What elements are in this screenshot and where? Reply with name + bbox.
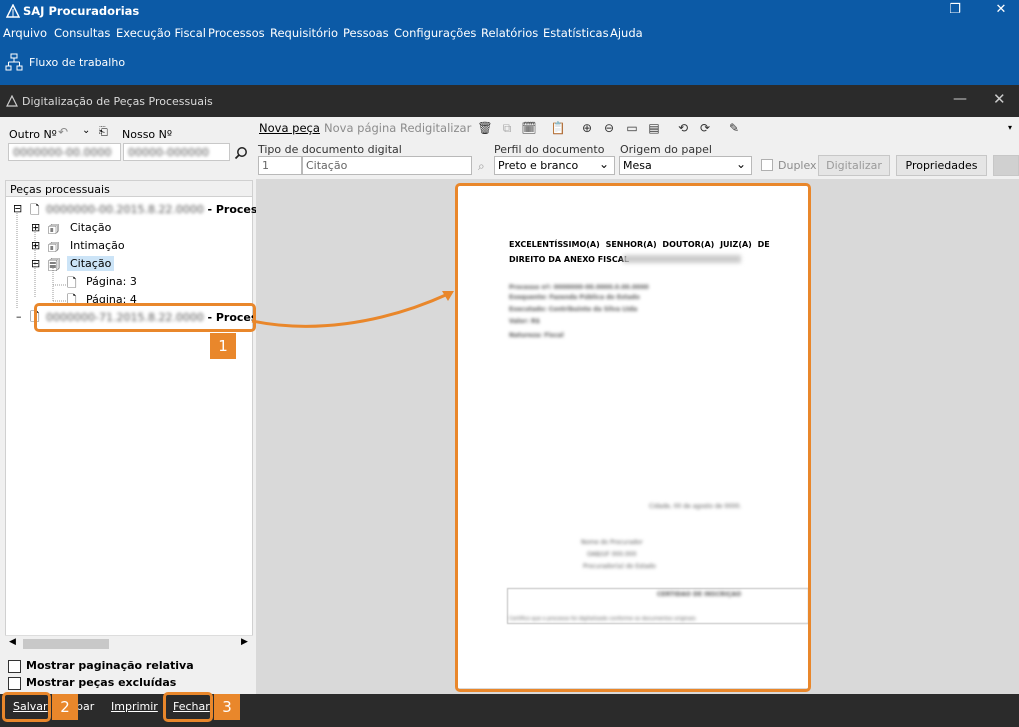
origem-label: Origem do papel (620, 143, 712, 156)
overflow-chevron-icon[interactable]: ▾ (1008, 123, 1012, 132)
tree-expander-citacao-2[interactable]: ⊟ (31, 257, 40, 270)
digitalizar-button[interactable]: Digitalizar (818, 155, 890, 176)
nova-pagina-button[interactable]: Nova página (324, 121, 396, 135)
dialog-close-icon[interactable]: ✕ (993, 90, 1006, 108)
edit-icon[interactable]: ✎ (725, 119, 743, 137)
chk-excluidas-box[interactable] (8, 676, 21, 690)
tree-node-intimacao[interactable]: Intimação (70, 239, 125, 252)
tree-header: Peças processuais (5, 180, 253, 197)
document-icon: 🗋 (30, 203, 40, 217)
saj-logo-icon (6, 4, 20, 18)
workflow-toolbar: Fluxo de trabalho (0, 44, 1019, 85)
search-icon[interactable] (234, 146, 248, 160)
outro-label: Outro Nº (9, 128, 57, 141)
callout-salvar-highlight (2, 692, 51, 722)
chk-excluidas-label: Mostrar peças excluídas (26, 676, 177, 689)
app-title: SAJ Procuradorias (23, 4, 140, 18)
imprimir-button[interactable]: Imprimir (111, 700, 158, 713)
redigitalizar-button[interactable]: Redigitalizar (400, 121, 471, 135)
menu-configuracoes[interactable]: Configurações (394, 26, 476, 40)
nosso-input[interactable]: 00000-000000 (123, 143, 230, 161)
tree-node-citacao-selected[interactable]: Citação (67, 256, 115, 271)
callout-arrow (251, 291, 454, 328)
chk-paginacao-label: Mostrar paginação relativa (26, 659, 194, 672)
minimize-icon[interactable]: — (953, 91, 967, 107)
tree-expander-process1[interactable]: ⊟ (13, 202, 22, 215)
undo-icon[interactable]: ↶ (58, 125, 68, 139)
perfil-label: Perfil do documento (494, 143, 605, 156)
nova-peca-button[interactable]: Nova peça (259, 121, 320, 135)
tree-node-pagina3[interactable]: Página: 3 (86, 275, 137, 288)
restore-icon[interactable]: ❐ (932, 0, 978, 22)
tipo-code-input[interactable]: 1 (258, 156, 302, 175)
bottom-action-bar: Salvar par Imprimir Fechar (0, 694, 1019, 727)
tipo-value-input[interactable]: Citação (302, 156, 472, 175)
perfil-select[interactable]: Preto e branco (494, 156, 615, 175)
callout-badge-3: 3 (214, 694, 240, 720)
zoom-in-icon[interactable]: ⊕ (578, 119, 596, 137)
tree-node-process1[interactable]: 0000000-00.2015.8.22.0000 - Processo C (46, 203, 283, 216)
close-icon[interactable]: ✕ (978, 0, 1019, 22)
tree-expander-intimacao[interactable]: ⊞ (31, 239, 40, 252)
callout-badge-2: 2 (52, 694, 78, 720)
menu-consultas[interactable]: Consultas (54, 26, 110, 40)
calendar-icon[interactable]: 🗓 (520, 119, 538, 137)
tree-hscrollbar[interactable]: ◀ ▶ (5, 635, 253, 651)
app-title-bar: SAJ Procuradorias ❐ ✕ (0, 0, 1019, 22)
menu-ajuda[interactable]: Ajuda (610, 26, 643, 40)
callout-badge-1: 1 (210, 333, 236, 359)
nosso-label: Nosso Nº (122, 128, 173, 141)
paste-icon[interactable]: 📋 (549, 119, 567, 137)
callout-process-highlight (34, 303, 256, 332)
more-button[interactable] (993, 155, 1019, 176)
chk-excluidas-row[interactable]: Mostrar peças excluídas (8, 676, 176, 690)
scroll-right-icon[interactable]: ▶ (241, 637, 248, 647)
tree-expander-citacao[interactable]: ⊞ (31, 221, 40, 234)
tree-connector: – (16, 310, 22, 323)
tipo-search-icon[interactable]: ⌕ (478, 159, 485, 174)
tipo-label: Tipo de documento digital (258, 143, 402, 156)
fit-page-icon[interactable]: ▤ (645, 119, 663, 137)
rotate-left-icon[interactable]: ⟲ (674, 119, 692, 137)
copy-disabled-icon[interactable]: ⧉ (498, 119, 516, 137)
duplex-label: Duplex (778, 159, 817, 172)
fit-width-icon[interactable]: ▭ (623, 119, 641, 137)
dialog-title-bar: Digitalização de Peças Processuais — ✕ (0, 85, 1019, 117)
menubar: Arquivo Consultas Execução Fiscal Proces… (0, 22, 1019, 44)
chevron-down-icon[interactable]: ⌄ (599, 157, 609, 171)
workflow-label[interactable]: Fluxo de trabalho (29, 56, 125, 69)
propriedades-button[interactable]: Propriedades (896, 155, 987, 176)
menu-estatisticas[interactable]: Estatísticas (543, 26, 609, 40)
menu-relatorios[interactable]: Relatórios (481, 26, 538, 40)
chk-paginacao-box[interactable] (8, 659, 21, 673)
pecas-tree[interactable]: ⊟ 🗋 0000000-00.2015.8.22.0000 - Processo… (5, 196, 283, 648)
menu-arquivo[interactable]: Arquivo (3, 26, 47, 40)
zoom-out-icon[interactable]: ⊖ (600, 119, 618, 137)
outro-input[interactable]: 0000000-00.0000 (8, 143, 121, 161)
callout-fechar-highlight (163, 692, 213, 722)
bookmark-icon[interactable]: ⎗ (99, 125, 108, 139)
chevron-down-icon[interactable]: ⌄ (82, 125, 90, 136)
pages-icon: 🗐 (48, 258, 60, 272)
duplex-checkbox[interactable] (761, 159, 773, 171)
origem-select[interactable]: Mesa (619, 156, 752, 175)
delete-icon[interactable]: 🗑 (476, 119, 494, 137)
menu-execucao-fiscal[interactable]: Execução Fiscal (116, 26, 206, 40)
chevron-down-icon[interactable]: ⌄ (736, 157, 746, 171)
workflow-icon[interactable] (5, 53, 23, 71)
dialog-title: Digitalização de Peças Processuais (22, 95, 213, 108)
menu-requisitorio[interactable]: Requisitório (270, 26, 338, 40)
dialog-logo-icon (6, 95, 18, 107)
scan-toolbar: Nova peça Nova página Redigitalizar 🗑 ⧉ … (256, 117, 1019, 179)
scroll-left-icon[interactable]: ◀ (9, 637, 16, 647)
menu-processos[interactable]: Processos (208, 26, 265, 40)
rotate-right-icon[interactable]: ⟳ (696, 119, 714, 137)
menu-pessoas[interactable]: Pessoas (343, 26, 389, 40)
limpar-button[interactable]: par (76, 700, 94, 713)
chk-paginacao-row[interactable]: Mostrar paginação relativa (8, 659, 194, 673)
left-panel: Outro Nº ↶ ⌄ ⎗ Nosso Nº 0000000-00.0000 … (2, 117, 283, 694)
scroll-thumb[interactable] (23, 639, 109, 649)
tree-node-citacao[interactable]: Citação (70, 221, 111, 234)
callout-page-highlight (455, 183, 811, 692)
